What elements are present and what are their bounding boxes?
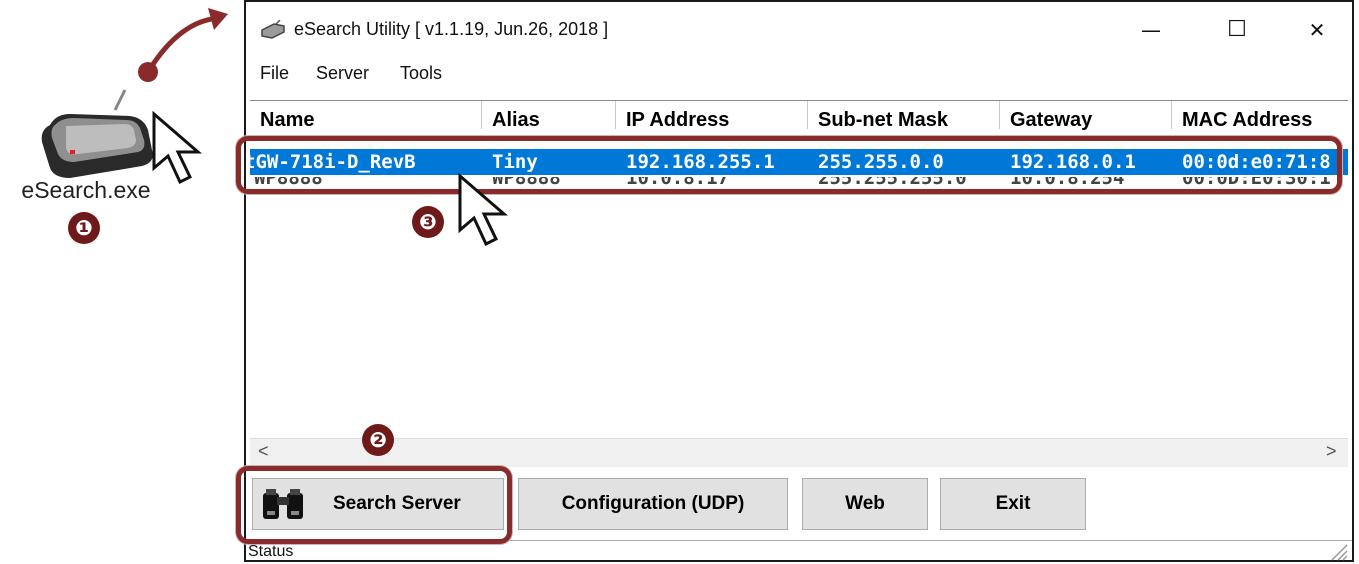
exit-button[interactable]: Exit (940, 478, 1086, 530)
col-alias[interactable]: Alias (482, 101, 616, 131)
col-mac[interactable]: MAC Address (1172, 101, 1348, 131)
step-3-badge: ❸ (412, 206, 444, 238)
resize-grip-icon[interactable] (1330, 543, 1348, 561)
esearch-exe-label: eSearch.exe (21, 177, 151, 203)
selected-row-highlight (236, 136, 1342, 194)
search-button-highlight (236, 466, 512, 544)
horizontal-scrollbar[interactable]: < > (250, 438, 1348, 467)
menu-server[interactable]: Server (316, 63, 369, 84)
maximize-button[interactable]: ☐ (1214, 10, 1260, 50)
menu-tools[interactable]: Tools (400, 63, 442, 84)
configuration-udp-button[interactable]: Configuration (UDP) (518, 478, 788, 530)
col-ip[interactable]: IP Address (616, 101, 808, 131)
col-name[interactable]: Name (250, 101, 482, 131)
pointer-arrow-icon (138, 8, 228, 82)
status-text: Status (248, 543, 294, 560)
step-1-badge: ❶ (68, 212, 100, 244)
step-2-badge: ❷ (362, 424, 394, 456)
title-bar[interactable]: eSearch Utility [ v1.1.19, Jun.26, 2018 … (246, 2, 1352, 54)
app-router-icon (261, 20, 285, 39)
list-header: Name Alias IP Address Sub-net Mask Gatew… (250, 101, 1348, 131)
mouse-cursor-icon (152, 110, 203, 185)
col-gateway[interactable]: Gateway (1000, 101, 1172, 131)
mouse-cursor-icon (458, 172, 509, 247)
window-title: eSearch Utility [ v1.1.19, Jun.26, 2018 … (294, 19, 609, 39)
minimize-button[interactable]: — (1128, 10, 1174, 50)
col-mask[interactable]: Sub-net Mask (808, 101, 1000, 131)
menu-bar: File Server Tools (246, 54, 1352, 94)
scroll-right-arrow-icon[interactable]: > (1326, 441, 1337, 462)
web-button[interactable]: Web (802, 478, 928, 530)
close-button[interactable]: ✕ (1294, 10, 1340, 50)
menu-file[interactable]: File (260, 63, 289, 84)
scroll-left-arrow-icon[interactable]: < (258, 441, 269, 462)
